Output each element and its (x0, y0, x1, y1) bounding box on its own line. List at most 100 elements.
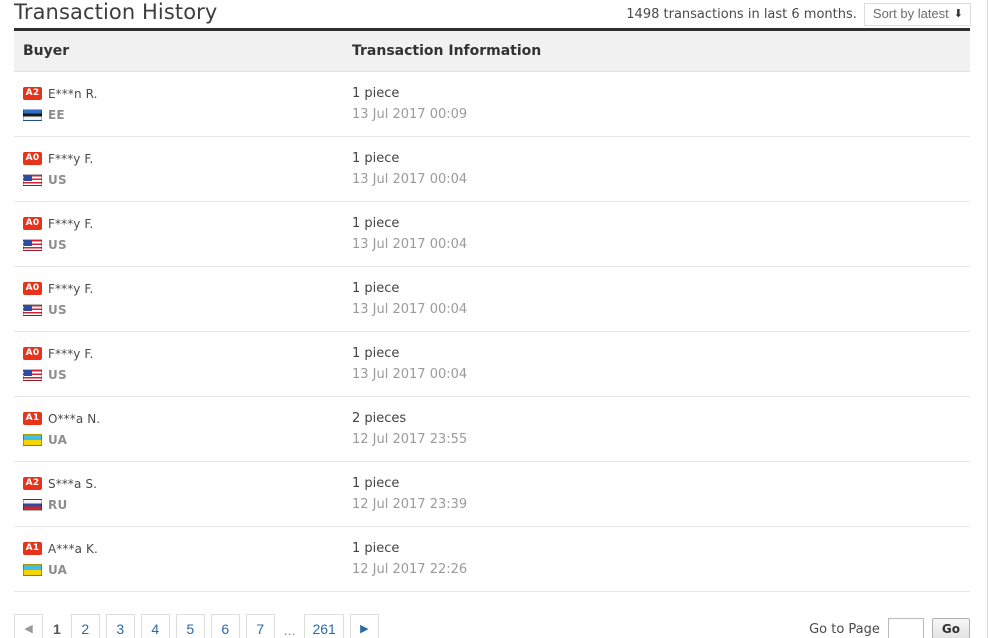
cell-buyer: A2 S***a S. RU (14, 462, 343, 527)
cell-buyer: A2 E***n R. EE (14, 72, 343, 137)
pagination-controls: ◀ 1 2 3 4 5 6 7... 261 ▶ (14, 614, 379, 638)
flag-us-icon (23, 173, 42, 186)
transaction-date: 13 Jul 2017 00:04 (352, 172, 468, 187)
table-row[interactable]: A0 F***y F. US 1 piece 13 Jul 2017 00:04 (14, 332, 970, 397)
transaction-table: Buyer Transaction Information A2 E***n R.… (14, 31, 970, 592)
buyer-name: S***a S. (48, 476, 98, 491)
transaction-quantity: 2 pieces (352, 411, 407, 426)
buyer-country-line: US (23, 236, 343, 253)
buyer-rank-badge: A0 (23, 217, 42, 230)
buyer-rank-badge: A2 (23, 87, 42, 100)
buyer-name: F***y F. (48, 151, 94, 166)
pagination-page-last[interactable]: 261 (304, 614, 344, 638)
buyer-identity-line: A2 S***a S. (23, 475, 343, 492)
buyer-country-code: EE (48, 107, 65, 122)
transaction-date: 12 Jul 2017 22:26 (352, 562, 468, 577)
cell-buyer: A1 A***a K. UA (14, 527, 343, 592)
transaction-quantity: 1 piece (352, 541, 400, 556)
buyer-country-code: UA (48, 432, 68, 447)
transaction-date: 12 Jul 2017 23:55 (352, 432, 468, 447)
buyer-name: A***a K. (48, 541, 98, 556)
buyer-country-line: US (23, 301, 343, 318)
buyer-country-line: RU (23, 496, 343, 513)
buyer-country-code: US (48, 302, 67, 317)
buyer-country-line: US (23, 171, 343, 188)
table-row[interactable]: A0 F***y F. US 1 piece 13 Jul 2017 00:04 (14, 267, 970, 332)
transaction-quantity: 1 piece (352, 281, 400, 296)
buyer-identity-line: A0 F***y F. (23, 215, 343, 232)
sort-by-latest-button[interactable]: Sort by latest ⬇ (863, 3, 971, 26)
go-button[interactable]: Go (931, 617, 970, 638)
buyer-rank-badge: A0 (23, 152, 42, 165)
transaction-history-page: Transaction History 1498 transactions in… (0, 0, 988, 638)
buyer-rank-badge: A0 (23, 282, 42, 295)
goto-page-controls: Go to Page Go (809, 617, 970, 638)
table-body: A2 E***n R. EE 1 piece 13 Jul 2017 00:09 A0 F*… (14, 72, 970, 592)
pagination-page-6[interactable]: 6 (210, 614, 240, 638)
cell-buyer: A0 F***y F. US (14, 332, 343, 397)
transaction-table-wrapper: Buyer Transaction Information A2 E***n R.… (14, 28, 970, 592)
cell-transaction-information: 1 piece 13 Jul 2017 00:09 (343, 72, 970, 137)
arrow-down-icon: ⬇ (953, 7, 963, 20)
buyer-identity-line: A2 E***n R. (23, 85, 343, 102)
sort-button-label: Sort by latest (872, 6, 949, 21)
transaction-quantity: 1 piece (352, 476, 400, 491)
pagination-page-5[interactable]: 5 (175, 614, 205, 638)
buyer-identity-line: A0 F***y F. (23, 280, 343, 297)
buyer-name: O***a N. (48, 411, 101, 426)
buyer-country-line: US (23, 366, 343, 383)
cell-transaction-information: 1 piece 13 Jul 2017 00:04 (343, 202, 970, 267)
transaction-date: 13 Jul 2017 00:04 (352, 367, 468, 382)
table-header-row: Buyer Transaction Information (14, 31, 970, 72)
buyer-name: F***y F. (48, 281, 94, 296)
buyer-country-code: US (48, 367, 67, 382)
buyer-rank-badge: A2 (23, 477, 42, 490)
transaction-quantity: 1 piece (352, 86, 400, 101)
column-header-transaction-information: Transaction Information (343, 31, 970, 72)
table-row[interactable]: A2 E***n R. EE 1 piece 13 Jul 2017 00:09 (14, 72, 970, 137)
table-row[interactable]: A1 A***a K. UA 1 piece 12 Jul 2017 22:26 (14, 527, 970, 592)
cell-transaction-information: 1 piece 13 Jul 2017 00:04 (343, 267, 970, 332)
page-title: Transaction History (14, 0, 218, 24)
pagination-page-4[interactable]: 4 (140, 614, 170, 638)
cell-transaction-information: 1 piece 13 Jul 2017 00:04 (343, 332, 970, 397)
cell-buyer: A0 F***y F. US (14, 202, 343, 267)
flag-ua-icon (23, 563, 42, 576)
pagination-page-7[interactable]: 7 (245, 614, 275, 638)
goto-page-input[interactable] (887, 617, 924, 638)
buyer-country-line: UA (23, 431, 343, 448)
table-row[interactable]: A2 S***a S. RU 1 piece 12 Jul 2017 23:39 (14, 462, 970, 527)
buyer-rank-badge: A0 (23, 347, 42, 360)
pagination-prev-button[interactable]: ◀ (14, 614, 43, 638)
goto-page-label: Go to Page (809, 621, 880, 637)
pagination-page-2[interactable]: 2 (70, 614, 100, 638)
cell-transaction-information: 2 pieces 12 Jul 2017 23:55 (343, 397, 970, 462)
buyer-rank-badge: A1 (23, 542, 42, 555)
buyer-identity-line: A1 A***a K. (23, 540, 343, 557)
buyer-identity-line: A0 F***y F. (23, 150, 343, 167)
buyer-country-code: US (48, 237, 67, 252)
table-row[interactable]: A1 O***a N. UA 2 pieces 12 Jul 2017 23:55 (14, 397, 970, 462)
buyer-identity-line: A0 F***y F. (23, 345, 343, 362)
table-row[interactable]: A0 F***y F. US 1 piece 13 Jul 2017 00:04 (14, 137, 970, 202)
flag-ua-icon (23, 433, 42, 446)
cell-buyer: A0 F***y F. US (14, 267, 343, 332)
cell-transaction-information: 1 piece 12 Jul 2017 23:39 (343, 462, 970, 527)
transaction-date: 13 Jul 2017 00:04 (352, 237, 468, 252)
buyer-country-line: EE (23, 106, 343, 123)
flag-us-icon (23, 303, 42, 316)
transaction-date: 13 Jul 2017 00:09 (352, 107, 468, 122)
table-row[interactable]: A0 F***y F. US 1 piece 13 Jul 2017 00:04 (14, 202, 970, 267)
buyer-country-code: UA (48, 562, 68, 577)
flag-us-icon (23, 368, 42, 381)
transaction-date: 13 Jul 2017 00:04 (352, 302, 468, 317)
pagination-page-3[interactable]: 3 (105, 614, 135, 638)
transaction-date: 12 Jul 2017 23:39 (352, 497, 468, 512)
flag-ee-icon (23, 108, 42, 121)
pagination-next-button[interactable]: ▶ (349, 614, 379, 638)
buyer-identity-line: A1 O***a N. (23, 410, 343, 427)
buyer-name: E***n R. (48, 86, 98, 101)
cell-transaction-information: 1 piece 12 Jul 2017 22:26 (343, 527, 970, 592)
header-controls: 1498 transactions in last 6 months. Sort… (626, 0, 971, 26)
buyer-name: F***y F. (48, 346, 94, 361)
